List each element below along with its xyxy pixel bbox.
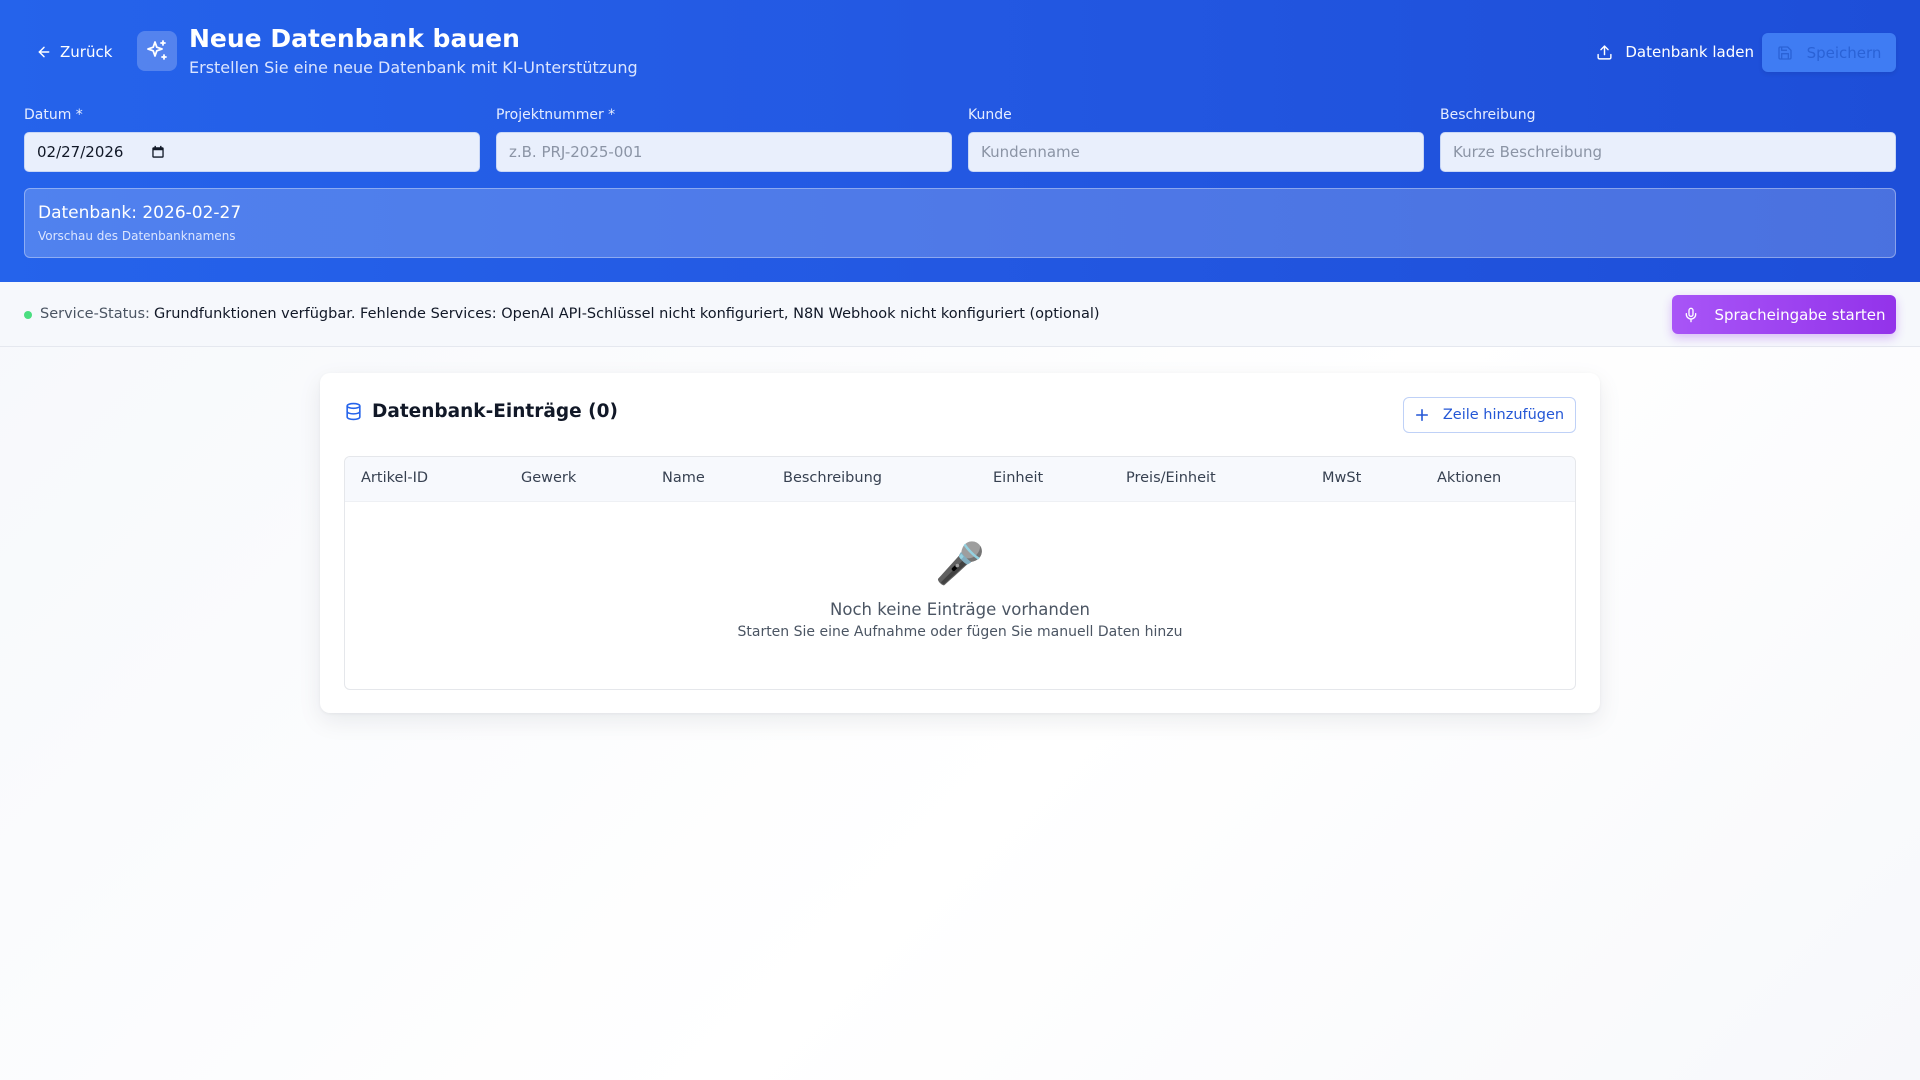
status-text: Grundfunktionen verfügbar. Fehlende Serv… xyxy=(154,306,1100,322)
database-icon xyxy=(346,402,361,421)
plus-icon xyxy=(1415,408,1428,422)
preview-title: Datenbank: 2026-02-27 xyxy=(38,203,242,223)
customer-placeholder: Kundenname xyxy=(981,143,1080,161)
date-value: 02/27/2026 xyxy=(37,143,124,161)
customer-label: Kunde xyxy=(968,107,1012,123)
back-button[interactable]: Zurück xyxy=(24,36,124,68)
service-status-bar: Service-Status: Grundfunktionen verfügba… xyxy=(0,282,1920,347)
column-header-description: Beschreibung xyxy=(783,470,882,486)
voice-button-label: Spracheingabe starten xyxy=(1714,305,1886,324)
page-subtitle: Erstellen Sie eine neue Datenbank mit KI… xyxy=(189,58,638,77)
column-header-unit: Einheit xyxy=(993,470,1044,486)
column-header-trade: Gewerk xyxy=(521,470,577,486)
entries-table: Artikel-ID Gewerk Name Beschreibung Einh… xyxy=(344,456,1576,690)
project-number-input[interactable]: z.B. PRJ-2025-001 xyxy=(496,132,952,172)
date-input[interactable]: 02/27/2026 xyxy=(24,132,480,172)
column-header-article-id: Artikel-ID xyxy=(361,470,429,486)
app-logo xyxy=(137,31,177,71)
column-header-vat: MwSt xyxy=(1322,470,1362,486)
database-entries-card: Datenbank-Einträge (0) Zeile hinzufügen … xyxy=(320,373,1600,713)
card-title: Datenbank-Einträge (0) xyxy=(344,401,618,422)
add-row-label: Zeile hinzufügen xyxy=(1442,407,1565,423)
date-label: Datum * xyxy=(24,107,83,123)
save-button-label: Speichern xyxy=(1806,43,1882,62)
sparkles-icon xyxy=(147,40,167,60)
description-placeholder: Kurze Beschreibung xyxy=(1453,143,1603,161)
calendar-icon[interactable] xyxy=(151,145,165,159)
project-number-label: Projektnummer * xyxy=(496,107,616,123)
card-title-text: Datenbank-Einträge (0) xyxy=(372,401,618,422)
project-number-placeholder: z.B. PRJ-2025-001 xyxy=(509,143,643,161)
status-label: Service-Status: xyxy=(40,306,150,322)
load-database-button[interactable]: Datenbank laden xyxy=(1582,34,1768,70)
floppy-disk-icon xyxy=(1777,45,1792,60)
column-header-name: Name xyxy=(662,470,705,486)
empty-state-title: Noch keine Einträge vorhanden xyxy=(830,600,1090,619)
table-header: Artikel-ID Gewerk Name Beschreibung Einh… xyxy=(345,457,1575,502)
description-input[interactable]: Kurze Beschreibung xyxy=(1440,132,1896,172)
column-header-price-per-unit: Preis/Einheit xyxy=(1126,470,1216,486)
add-row-button[interactable]: Zeile hinzufügen xyxy=(1403,397,1576,433)
save-button[interactable]: Speichern xyxy=(1762,33,1896,72)
empty-state: 🎤 Noch keine Einträge vorhanden Starten … xyxy=(345,502,1575,689)
load-database-label: Datenbank laden xyxy=(1625,43,1754,61)
page-title: Neue Datenbank bauen xyxy=(189,24,520,53)
header: Zurück Neue Datenbank bauen Erstellen Si… xyxy=(0,0,1920,282)
description-label: Beschreibung xyxy=(1440,107,1536,123)
back-button-label: Zurück xyxy=(60,43,113,61)
preview-subtitle: Vorschau des Datenbanknamens xyxy=(38,229,236,243)
customer-input[interactable]: Kundenname xyxy=(968,132,1424,172)
microphone-emoji-icon: 🎤 xyxy=(935,541,985,587)
start-voice-input-button[interactable]: Spracheingabe starten xyxy=(1672,295,1896,334)
database-name-preview: Datenbank: 2026-02-27 Vorschau des Daten… xyxy=(24,188,1896,258)
arrow-left-icon xyxy=(38,46,50,58)
column-header-actions: Aktionen xyxy=(1437,470,1502,486)
status-indicator xyxy=(24,311,32,319)
upload-icon xyxy=(1597,44,1612,60)
empty-state-subtitle: Starten Sie eine Aufnahme oder fügen Sie… xyxy=(737,624,1183,640)
microphone-icon xyxy=(1685,307,1696,322)
